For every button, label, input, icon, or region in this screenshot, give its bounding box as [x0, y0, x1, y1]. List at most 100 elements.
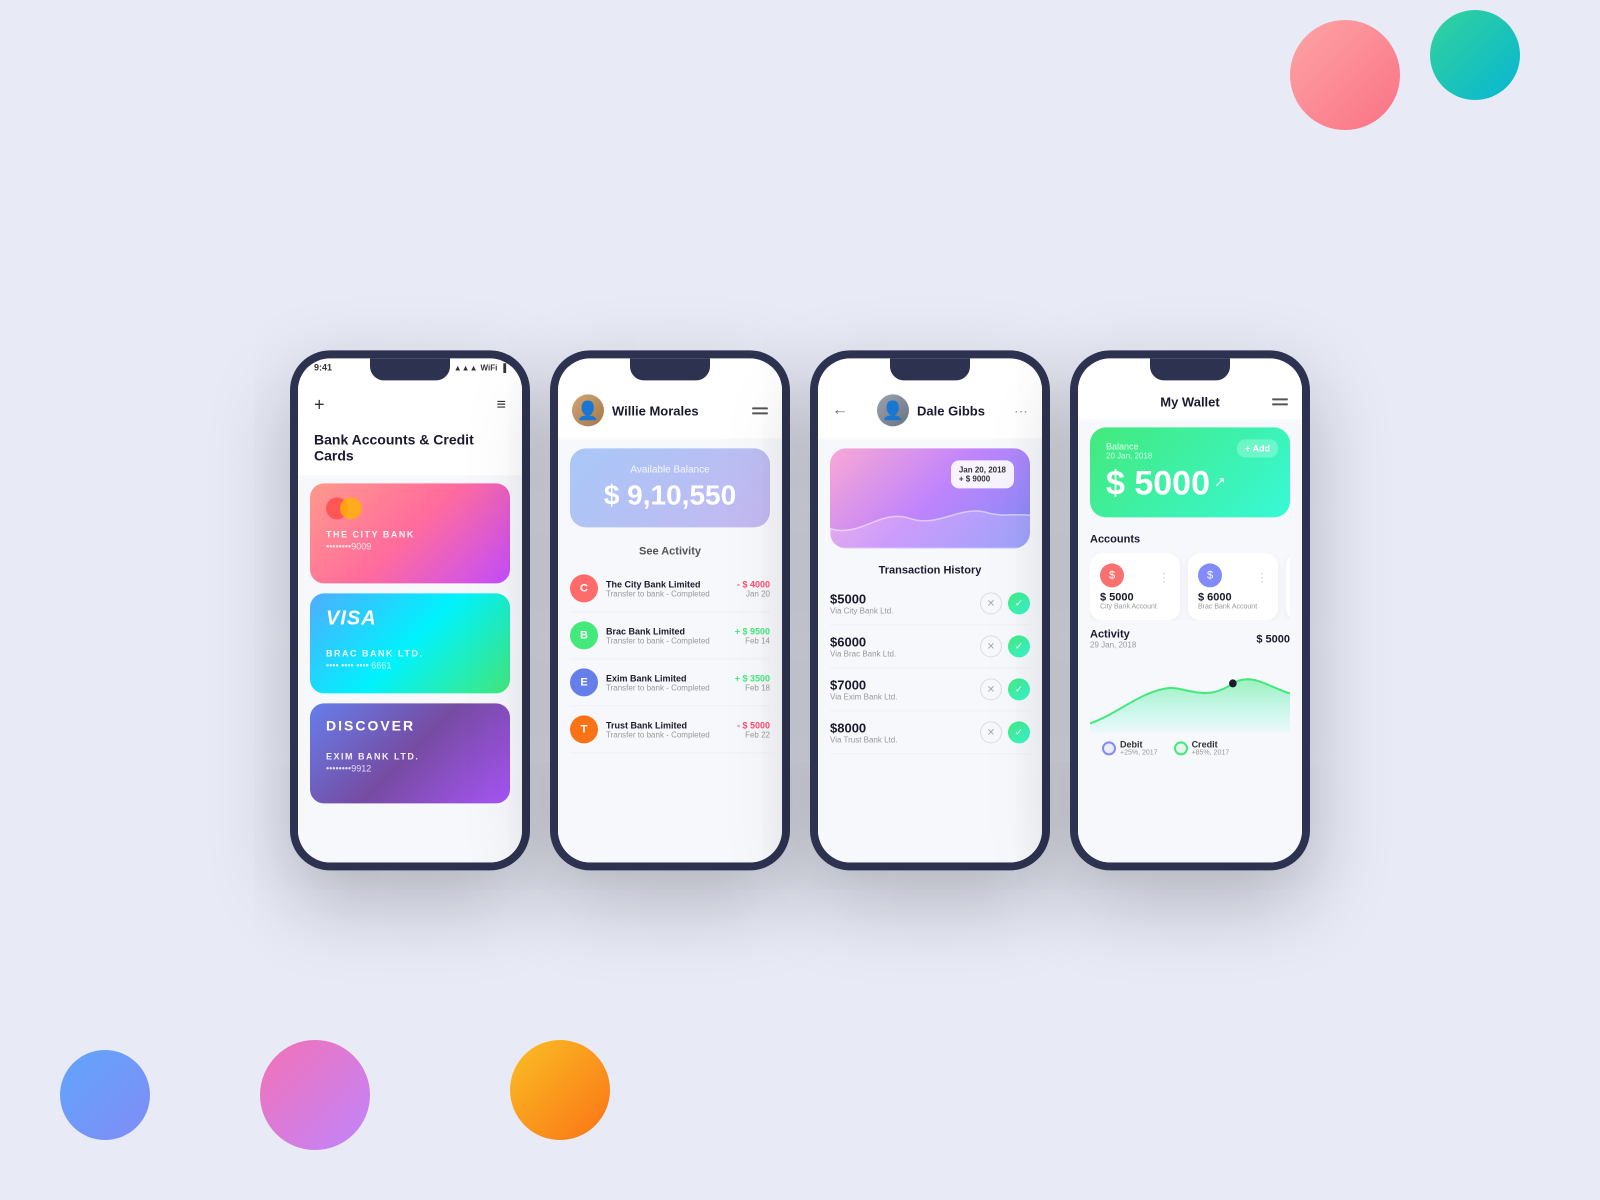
p3-tx-5000[interactable]: $5000 Via City Bank Ltd. ✕ ✓: [830, 582, 1030, 625]
account-city-bank[interactable]: $ ⋮ $ 5000 City Bank Account: [1090, 553, 1180, 620]
tx-name-brac: Brac Bank Limited: [606, 626, 727, 636]
user-info-willie: 👤 Willie Morales: [572, 394, 699, 426]
deco-teal: [1430, 10, 1520, 100]
approve-btn-6000[interactable]: ✓: [1008, 635, 1030, 657]
tx-amount-value-exim: + $ 3500: [735, 673, 770, 683]
p3-tx-7000[interactable]: $7000 Via Exim Bank Ltd. ✕ ✓: [830, 668, 1030, 711]
hamburger-menu[interactable]: [752, 407, 768, 414]
tx-trust-bank[interactable]: T Trust Bank Limited Transfer to bank - …: [570, 706, 770, 753]
phone-1-content: 9:41 ▲▲▲ WiFi ▐ + ≡ Bank Accounts & Cred…: [298, 366, 522, 862]
reject-btn-8000[interactable]: ✕: [980, 721, 1002, 743]
discover-card[interactable]: DISCOVER EXIM BANK LTD. ••••••••9912: [310, 703, 510, 803]
approve-btn-7000[interactable]: ✓: [1008, 678, 1030, 700]
p3-tx-amount-5000: $5000: [830, 591, 893, 606]
time-display: 9:41: [314, 362, 332, 372]
visa-logo: VISA: [326, 607, 494, 630]
deco-blue: [60, 1050, 150, 1140]
add-icon[interactable]: +: [314, 394, 325, 415]
p3-tx-8000[interactable]: $8000 Via Trust Bank Ltd. ✕ ✓: [830, 711, 1030, 754]
tx-date-city: Jan 20: [737, 589, 770, 598]
account-icon-brac: $: [1198, 563, 1222, 587]
reject-btn-5000[interactable]: ✕: [980, 592, 1002, 614]
phone-4: My Wallet Balance 20 Jan, 2018 + Add: [1070, 350, 1310, 870]
dale-name: Dale Gibbs: [917, 403, 985, 418]
phone-1: 9:41 ▲▲▲ WiFi ▐ + ≡ Bank Accounts & Cred…: [290, 350, 530, 870]
account-amount-brac: $ 6000: [1198, 591, 1268, 603]
tx-name-exim: Exim Bank Limited: [606, 673, 727, 683]
chart-tooltip: Jan 20, 2018 + $ 9000: [951, 460, 1014, 488]
phone-2-notch: [630, 358, 710, 380]
wallet-arrow-icon: ↗: [1214, 473, 1226, 490]
wallet-amount: $ 5000: [1106, 464, 1210, 503]
phone-1-title: Bank Accounts & Credit Cards: [298, 425, 522, 475]
tx-info-brac: Brac Bank Limited Transfer to bank - Com…: [606, 626, 727, 645]
back-button[interactable]: ←: [832, 401, 848, 419]
p3-tx-left-6000: $6000 Via Brac Bank Ltd.: [830, 634, 896, 658]
p3-tx-actions-8000: ✕ ✓: [980, 721, 1030, 743]
phone-4-content: My Wallet Balance 20 Jan, 2018 + Add: [1078, 366, 1302, 862]
tooltip-amount: + $ 9000: [959, 474, 1006, 483]
chart-fill: [1090, 679, 1290, 733]
see-activity-link[interactable]: See Activity: [558, 537, 782, 565]
tx-brac-bank[interactable]: B Brac Bank Limited Transfer to bank - C…: [570, 612, 770, 659]
p3-tx-via-7000: Via Exim Bank Ltd.: [830, 692, 897, 701]
card-list: THE CITY BANK ••••••••9009 VISA BRAC BAN…: [298, 475, 522, 811]
phone-3-content: ← 👤 Dale Gibbs ··· Jan 20, 2018 + $ 9000: [818, 366, 1042, 862]
p3-tx-6000[interactable]: $6000 Via Brac Bank Ltd. ✕ ✓: [830, 625, 1030, 668]
approve-btn-8000[interactable]: ✓: [1008, 721, 1030, 743]
p3-tx-amount-6000: $6000: [830, 634, 896, 649]
dale-avatar: 👤: [877, 394, 909, 426]
willie-avatar: 👤: [572, 394, 604, 426]
tx-info-trust: Trust Bank Limited Transfer to bank - Co…: [606, 720, 729, 739]
mc-right: [340, 497, 362, 519]
tx-amount-value-city: - $ 4000: [737, 579, 770, 589]
approve-btn-5000[interactable]: ✓: [1008, 592, 1030, 614]
discover-logo: DISCOVER: [326, 717, 494, 733]
account-brac-bank[interactable]: $ ⋮ $ 6000 Brac Bank Account: [1188, 553, 1278, 620]
accounts-section: Accounts $ ⋮ $ 5000 City Bank Account: [1078, 525, 1302, 620]
account-exim-bank[interactable]: $ $ 70...: [1286, 553, 1290, 620]
visa-card[interactable]: VISA BRAC BANK LTD. •••• •••• •••• 6661: [310, 593, 510, 693]
p3-tx-actions-6000: ✕ ✓: [980, 635, 1030, 657]
willie-name: Willie Morales: [612, 403, 699, 418]
options-icon[interactable]: ···: [1014, 402, 1028, 418]
battery-icon: ▐: [500, 363, 506, 372]
account-icon-city: $: [1100, 563, 1124, 587]
legend-debit: Debit +25%, 2017: [1102, 739, 1158, 756]
exim-bank-number: ••••••••9912: [326, 763, 494, 773]
phone-2-screen: 👤 Willie Morales Available Balance $ 9,1…: [558, 358, 782, 862]
accounts-title: Accounts: [1090, 533, 1290, 545]
account-name-city: City Bank Account: [1100, 603, 1170, 610]
phone-4-notch: [1150, 358, 1230, 380]
reject-btn-6000[interactable]: ✕: [980, 635, 1002, 657]
reject-btn-7000[interactable]: ✕: [980, 678, 1002, 700]
wallet-date: 20 Jan, 2018: [1106, 451, 1152, 460]
transaction-list-willie: C The City Bank Limited Transfer to bank…: [558, 565, 782, 753]
menu-icon[interactable]: ≡: [497, 396, 506, 414]
wallet-menu[interactable]: [1272, 398, 1288, 405]
city-bank-card[interactable]: THE CITY BANK ••••••••9009: [310, 483, 510, 583]
legend: Debit +25%, 2017 Credit +85%, 2017: [1090, 733, 1290, 762]
tx-city-bank[interactable]: C The City Bank Limited Transfer to bank…: [570, 565, 770, 612]
tx-desc-exim: Transfer to bank - Completed: [606, 683, 727, 692]
tx-exim-bank[interactable]: E Exim Bank Limited Transfer to bank - C…: [570, 659, 770, 706]
debit-sub: +25%, 2017: [1120, 749, 1158, 756]
phone-3-screen: ← 👤 Dale Gibbs ··· Jan 20, 2018 + $ 9000: [818, 358, 1042, 862]
p3-tx-left-7000: $7000 Via Exim Bank Ltd.: [830, 677, 897, 701]
tx-avatar-c: C: [570, 574, 598, 602]
tx-amount-value-trust: - $ 5000: [737, 720, 770, 730]
wallet-add-button[interactable]: + Add: [1237, 439, 1278, 457]
chart-wave-svg: [830, 488, 1030, 548]
activity-section: Activity 29 Jan, 2018 $ 5000: [1078, 620, 1302, 762]
signal-icon: ▲▲▲: [454, 363, 478, 372]
tx-amount-brac: + $ 9500 Feb 14: [735, 626, 770, 645]
phone-1-notch: [370, 358, 450, 380]
credit-sub: +85%, 2017: [1192, 749, 1230, 756]
tooltip-date: Jan 20, 2018: [959, 465, 1006, 474]
tx-date-exim: Feb 18: [735, 683, 770, 692]
tx-date-brac: Feb 14: [735, 636, 770, 645]
tx-desc-city: Transfer to bank - Completed: [606, 589, 729, 598]
deco-coral: [1290, 20, 1400, 130]
tx-info-city: The City Bank Limited Transfer to bank -…: [606, 579, 729, 598]
credit-label: Credit: [1192, 739, 1230, 749]
